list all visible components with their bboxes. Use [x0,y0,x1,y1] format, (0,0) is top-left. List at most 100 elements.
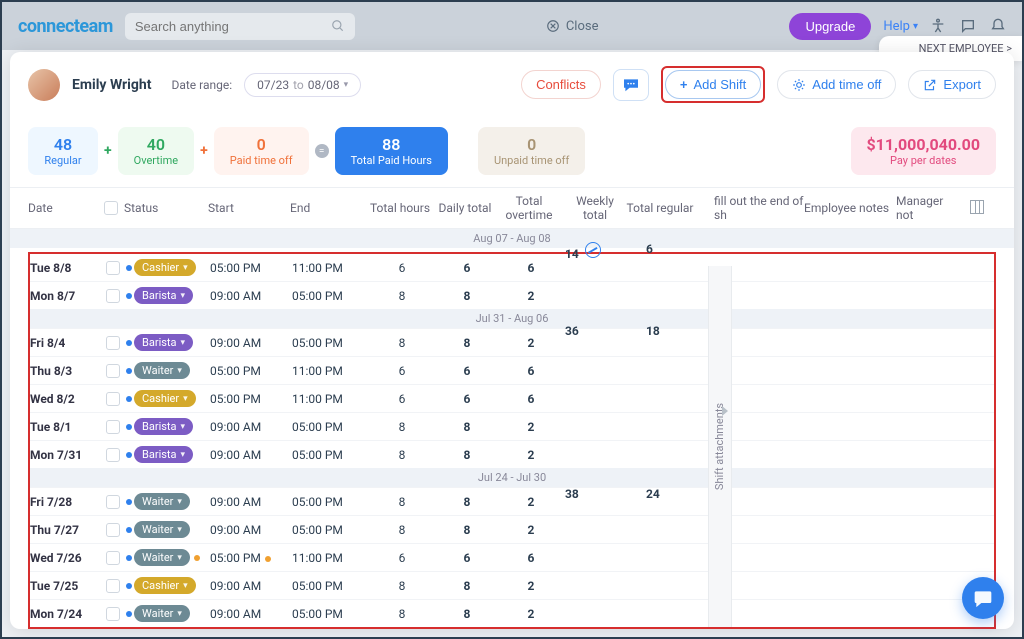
table-row[interactable]: Mon 7/31Barista▾09:00 AM05:00 PM882 [30,440,994,468]
cell-status[interactable]: Barista▾ [126,446,210,463]
shift-attachments-panel[interactable]: Shift attachments [708,266,732,627]
search-box[interactable] [125,13,355,40]
chat-fab[interactable] [962,577,1004,619]
row-checkbox[interactable] [106,289,120,303]
export-button[interactable]: Export [908,70,996,99]
bell-icon[interactable] [990,18,1006,34]
cell-start[interactable]: 05:00 PM [210,261,292,275]
role-badge[interactable]: Barista▾ [134,418,193,435]
accessibility-icon[interactable] [930,18,946,34]
cell-status[interactable]: Waiter▾ [126,521,210,538]
row-checkbox[interactable] [106,420,120,434]
role-badge[interactable]: Waiter▾ [134,493,190,510]
table-row[interactable]: Tue 8/1Barista▾09:00 AM05:00 PM882 [30,412,994,440]
cell-end[interactable]: 11:00 PM [292,551,366,565]
search-input[interactable] [135,19,331,34]
cell-end[interactable]: 05:00 PM [292,336,366,350]
col-total-regular[interactable]: Total regular [626,201,694,215]
table-row[interactable]: Tue 8/8Cashier▾05:00 PM11:00 PM666 [30,254,994,281]
table-row[interactable]: Tue 7/25Cashier▾09:00 AM05:00 PM882 [30,571,994,599]
add-shift-button[interactable]: + Add Shift [665,70,761,99]
role-badge[interactable]: Cashier▾ [134,259,196,276]
columns-button[interactable] [956,200,984,217]
cell-start[interactable]: 09:00 AM [210,579,292,593]
col-fill-out[interactable]: fill out the end of sh [714,194,804,222]
row-checkbox[interactable] [106,551,120,565]
cell-status[interactable]: Cashier▾ [126,390,210,407]
col-status[interactable]: Status [124,201,208,215]
row-checkbox[interactable] [106,392,120,406]
cell-start[interactable]: 05:00 PM [210,364,292,378]
table-row[interactable]: Fri 7/28Waiter▾09:00 AM05:00 PM882 [30,487,994,515]
col-total-hours[interactable]: Total hours [364,201,436,215]
cell-start[interactable]: 05:00 PM [210,551,292,565]
cell-end[interactable]: 05:00 PM [292,289,366,303]
cell-end[interactable]: 05:00 PM [292,420,366,434]
col-date[interactable]: Date [28,201,104,215]
col-weekly-total[interactable]: Weekly total [564,194,626,222]
cell-end[interactable]: 05:00 PM [292,448,366,462]
cell-end[interactable]: 05:00 PM [292,495,366,509]
row-checkbox[interactable] [106,523,120,537]
role-badge[interactable]: Waiter▾ [134,549,190,566]
close-button[interactable]: Close [367,19,778,34]
row-checkbox[interactable] [106,579,120,593]
date-range-picker[interactable]: 07/23 to 08/08 ▾ [244,73,361,97]
row-checkbox[interactable] [106,448,120,462]
cell-status[interactable]: Cashier▾ [126,577,210,594]
table-row[interactable]: Thu 7/27Waiter▾09:00 AM05:00 PM882 [30,515,994,543]
cell-start[interactable]: 09:00 AM [210,495,292,509]
row-checkbox[interactable] [106,364,120,378]
row-checkbox[interactable] [106,495,120,509]
cell-status[interactable]: Barista▾ [126,287,210,304]
table-row[interactable]: Thu 8/3Waiter▾05:00 PM11:00 PM666 [30,356,994,384]
col-total-overtime[interactable]: Total overtime [494,194,564,222]
role-badge[interactable]: Barista▾ [134,334,193,351]
cell-start[interactable]: 09:00 AM [210,448,292,462]
row-checkbox[interactable] [106,336,120,350]
role-badge[interactable]: Waiter▾ [134,362,190,379]
col-start[interactable]: Start [208,201,290,215]
cell-end[interactable]: 11:00 PM [292,364,366,378]
role-badge[interactable]: Waiter▾ [134,605,190,622]
cell-start[interactable]: 05:00 PM [210,392,292,406]
col-check[interactable] [104,201,124,215]
table-row[interactable]: Fri 8/4Barista▾09:00 AM05:00 PM882 [30,328,994,356]
role-badge[interactable]: Barista▾ [134,287,193,304]
cell-status[interactable]: Waiter▾ [126,493,210,510]
table-row[interactable]: Mon 7/24Waiter▾09:00 AM05:00 PM882 [30,599,994,627]
conflicts-button[interactable]: Conflicts [521,70,601,99]
cell-status[interactable]: Barista▾ [126,418,210,435]
cell-start[interactable]: 09:00 AM [210,289,292,303]
table-row[interactable]: Wed 8/2Cashier▾05:00 PM11:00 PM666 [30,384,994,412]
role-badge[interactable]: Barista▾ [134,446,193,463]
cell-start[interactable]: 09:00 AM [210,420,292,434]
help-link[interactable]: Help ▾ [883,19,918,34]
cell-start[interactable]: 09:00 AM [210,607,292,621]
row-checkbox[interactable] [106,261,120,275]
cell-status[interactable]: Cashier▾ [126,259,210,276]
cell-status[interactable]: Waiter▾ [126,362,210,379]
cell-start[interactable]: 09:00 AM [210,336,292,350]
col-daily-total[interactable]: Daily total [436,201,494,215]
cell-status[interactable]: Waiter▾ [126,605,210,622]
cell-start[interactable]: 09:00 AM [210,523,292,537]
role-badge[interactable]: Cashier▾ [134,577,196,594]
cell-end[interactable]: 11:00 PM [292,392,366,406]
cell-status[interactable]: Waiter▾ [126,549,210,566]
add-time-off-button[interactable]: Add time off [777,70,896,99]
cell-end[interactable]: 11:00 PM [292,261,366,275]
col-manager-notes[interactable]: Manager not [896,194,956,222]
col-end[interactable]: End [290,201,364,215]
col-employee-notes[interactable]: Employee notes [804,201,896,215]
table-row[interactable]: Mon 8/7Barista▾09:00 AM05:00 PM882 [30,281,994,309]
row-checkbox[interactable] [106,607,120,621]
upgrade-button[interactable]: Upgrade [789,13,871,40]
role-badge[interactable]: Waiter▾ [134,521,190,538]
chat-icon[interactable] [960,18,976,34]
cell-end[interactable]: 05:00 PM [292,579,366,593]
cell-end[interactable]: 05:00 PM [292,523,366,537]
table-row[interactable]: Wed 7/26Waiter▾05:00 PM11:00 PM666 [30,543,994,571]
role-badge[interactable]: Cashier▾ [134,390,196,407]
messages-button[interactable] [613,69,649,101]
